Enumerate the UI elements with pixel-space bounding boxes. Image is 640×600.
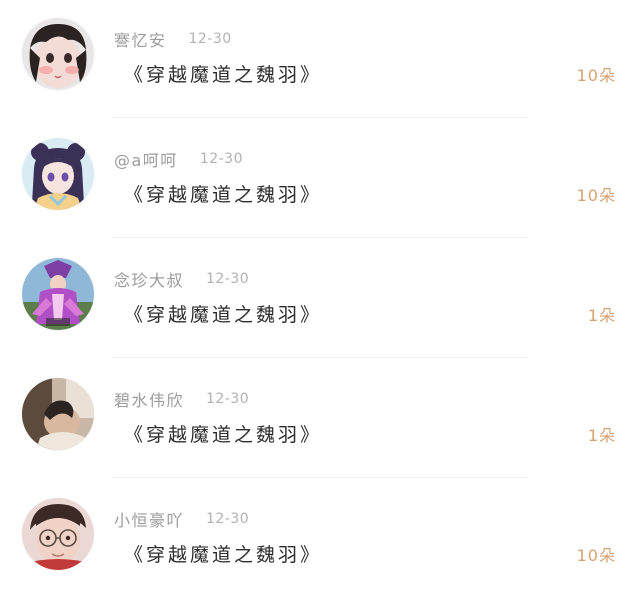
user-name[interactable]: 碧水伟欣 bbox=[114, 387, 184, 411]
flower-count: 10朵 bbox=[576, 66, 616, 85]
timestamp: 12-30 bbox=[188, 31, 232, 47]
row-meta: 謇忆安 12-30 bbox=[114, 28, 232, 50]
divider bbox=[114, 117, 526, 118]
timestamp: 12-30 bbox=[199, 151, 243, 167]
row-meta: 念珍大叔 12-30 bbox=[114, 268, 249, 290]
list-item[interactable]: 小恒豪吖 12-30 《穿越魔道之魏羽》 10朵 bbox=[0, 480, 640, 600]
row-meta: 碧水伟欣 12-30 bbox=[114, 388, 249, 410]
book-title[interactable]: 《穿越魔道之魏羽》 bbox=[124, 540, 322, 567]
flower-count: 1朵 bbox=[587, 306, 616, 325]
flower-count: 1朵 bbox=[587, 426, 616, 445]
list-item[interactable]: 碧水伟欣 12-30 《穿越魔道之魏羽》 1朵 bbox=[0, 360, 640, 480]
flower-count: 10朵 bbox=[576, 546, 616, 565]
avatar[interactable] bbox=[22, 258, 94, 330]
flower-count: 10朵 bbox=[576, 186, 616, 205]
divider bbox=[114, 477, 526, 478]
user-name[interactable]: 小恒豪吖 bbox=[114, 507, 184, 531]
row-meta: 小恒豪吖 12-30 bbox=[114, 508, 249, 530]
divider bbox=[114, 237, 526, 238]
timestamp: 12-30 bbox=[206, 511, 250, 527]
timestamp: 12-30 bbox=[206, 271, 250, 287]
gift-record-list: 謇忆安 12-30 《穿越魔道之魏羽》 10朵 @a呵呵 12-30 《穿越魔道… bbox=[0, 0, 640, 596]
user-name[interactable]: 念珍大叔 bbox=[114, 267, 184, 291]
avatar[interactable] bbox=[22, 498, 94, 570]
book-title[interactable]: 《穿越魔道之魏羽》 bbox=[124, 180, 322, 207]
divider bbox=[114, 357, 526, 358]
avatar-girl-blush-icon bbox=[22, 18, 94, 90]
avatar-photo-person-icon bbox=[22, 378, 94, 450]
user-name[interactable]: @a呵呵 bbox=[114, 147, 178, 171]
book-title[interactable]: 《穿越魔道之魏羽》 bbox=[124, 420, 322, 447]
list-item[interactable]: 念珍大叔 12-30 《穿越魔道之魏羽》 1朵 bbox=[0, 240, 640, 360]
avatar[interactable] bbox=[22, 138, 94, 210]
avatar-game-character-icon bbox=[22, 258, 94, 330]
avatar-boy-glasses-icon bbox=[22, 498, 94, 570]
avatar[interactable] bbox=[22, 378, 94, 450]
avatar[interactable] bbox=[22, 18, 94, 90]
timestamp: 12-30 bbox=[206, 391, 250, 407]
user-name[interactable]: 謇忆安 bbox=[114, 27, 167, 51]
avatar-anime-girl-icon bbox=[22, 138, 94, 210]
book-title[interactable]: 《穿越魔道之魏羽》 bbox=[124, 300, 322, 327]
list-item[interactable]: @a呵呵 12-30 《穿越魔道之魏羽》 10朵 bbox=[0, 120, 640, 240]
book-title[interactable]: 《穿越魔道之魏羽》 bbox=[124, 60, 322, 87]
list-item[interactable]: 謇忆安 12-30 《穿越魔道之魏羽》 10朵 bbox=[0, 0, 640, 120]
row-meta: @a呵呵 12-30 bbox=[114, 148, 243, 170]
